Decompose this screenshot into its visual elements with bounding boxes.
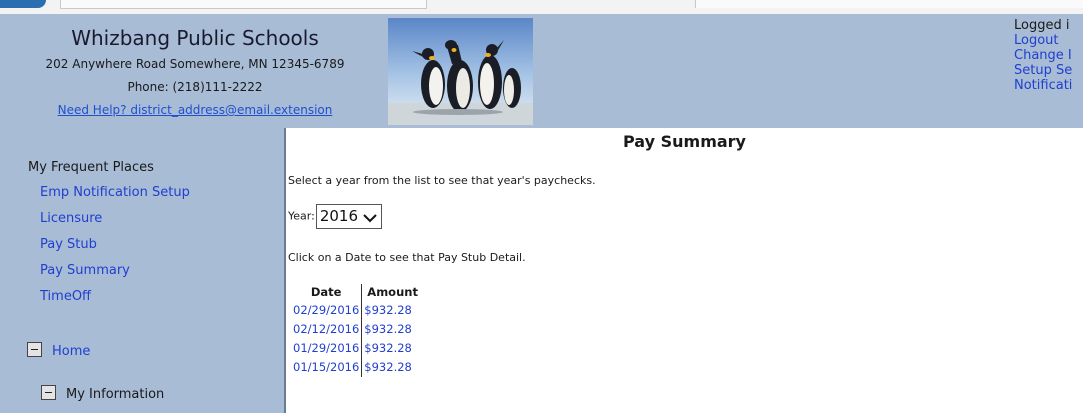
pay-summary-table: Date Amount 02/29/2016 $932.28 02/12/201… [291, 284, 423, 377]
setup-link[interactable]: Setup Se [1014, 63, 1072, 78]
sidebar-item-emp-notification-setup[interactable]: Emp Notification Setup [40, 185, 190, 200]
pay-date-link[interactable]: 01/29/2016 [291, 339, 363, 358]
main-content: Pay Summary Select a year from the list … [286, 128, 1083, 413]
browser-tab [695, 0, 1083, 8]
chevron-down-icon [363, 214, 377, 223]
site-header: Whizbang Public Schools 202 Anywhere Roa… [0, 14, 1083, 128]
sidebar-item-licensure[interactable]: Licensure [40, 211, 102, 226]
tree-item-label: My Information [66, 387, 165, 402]
tree-item-label: Home [52, 344, 91, 359]
pay-date-link[interactable]: 01/15/2016 [291, 358, 363, 377]
account-panel: Logged i Logout Change I Setup Se Notifi… [1014, 18, 1072, 93]
tree-item-my-information[interactable]: My Information [41, 385, 164, 402]
date-instructions: Click on a Date to see that Pay Stub Det… [288, 251, 526, 264]
year-label: Year: [288, 209, 315, 223]
pay-amount[interactable]: $932.28 [362, 339, 423, 358]
minus-box-icon[interactable] [41, 385, 56, 400]
pay-date-link[interactable]: 02/12/2016 [291, 320, 363, 339]
table-row: 01/15/2016 $932.28 [291, 358, 423, 377]
pay-date-link[interactable]: 02/29/2016 [291, 301, 363, 320]
logged-in-text: Logged i [1014, 18, 1070, 33]
notifications-link[interactable]: Notificati [1014, 78, 1072, 93]
sidebar-item-pay-stub[interactable]: Pay Stub [40, 237, 97, 252]
browser-tab-edge [0, 0, 46, 8]
sidebar: My Frequent Places Emp Notification Setu… [0, 128, 284, 413]
column-header-amount: Amount [367, 285, 418, 299]
sidebar-item-timeoff[interactable]: TimeOff [40, 289, 91, 304]
pay-amount[interactable]: $932.28 [362, 358, 423, 377]
pay-amount[interactable]: $932.28 [362, 320, 423, 339]
school-address: 202 Anywhere Road Somewhere, MN 12345-67… [45, 57, 345, 71]
page-title: Pay Summary [623, 132, 746, 151]
school-name: Whizbang Public Schools [71, 26, 319, 50]
pay-amount[interactable]: $932.28 [362, 301, 423, 320]
year-row: Year: 2016 [288, 204, 382, 229]
frequent-places-title: My Frequent Places [28, 160, 154, 175]
tree-item-home[interactable]: Home [27, 342, 90, 359]
browser-tab [60, 0, 427, 9]
year-instructions: Select a year from the list to see that … [288, 174, 596, 187]
browser-top-strip [0, 0, 1083, 14]
help-email-link[interactable]: Need Help? district_address@email.extens… [0, 103, 390, 117]
year-value: 2016 [319, 207, 358, 225]
penguins-image [388, 18, 533, 125]
column-header-date: Date [291, 284, 363, 301]
sidebar-item-pay-summary[interactable]: Pay Summary [40, 263, 130, 278]
change-link[interactable]: Change I [1014, 48, 1072, 63]
logout-link[interactable]: Logout [1014, 33, 1072, 48]
school-phone: Phone: (218)111-2222 [127, 80, 263, 94]
table-header-row: Date Amount [291, 284, 423, 301]
table-row: 01/29/2016 $932.28 [291, 339, 423, 358]
minus-box-icon[interactable] [27, 342, 42, 357]
year-select[interactable]: 2016 [315, 204, 382, 229]
table-row: 02/29/2016 $932.28 [291, 301, 423, 320]
table-row: 02/12/2016 $932.28 [291, 320, 423, 339]
